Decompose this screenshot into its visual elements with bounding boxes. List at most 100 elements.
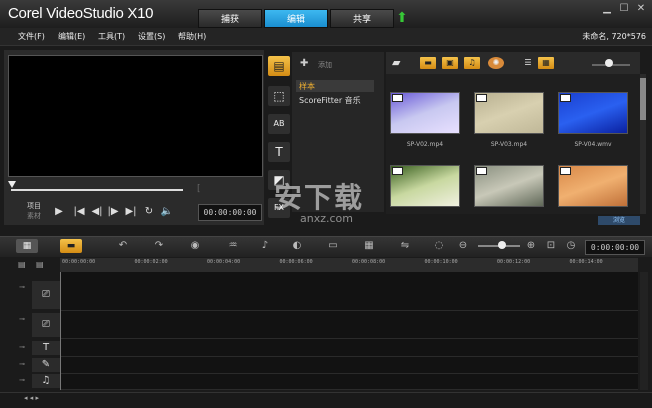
play-icon[interactable]: ▶ [52, 205, 66, 219]
add-icon[interactable]: ✚ [300, 58, 308, 69]
ruler-tick-label: 00:00:06:00 [279, 259, 313, 265]
menu-tools[interactable]: 工具(T) [98, 31, 125, 42]
end-icon[interactable]: ▶| [124, 205, 138, 219]
track-divider [60, 338, 638, 339]
media-scrollbar-thumb[interactable] [640, 78, 646, 120]
voice-track-header[interactable]: ✎ [32, 358, 60, 372]
zoom-out-icon[interactable]: ⊖ [454, 239, 472, 253]
scrubber-bar[interactable] [11, 189, 183, 191]
list-view-icon[interactable]: ☰ [520, 57, 536, 69]
sound-mixer-icon[interactable]: ♒ [224, 239, 242, 253]
maximize-icon[interactable]: ☐ [617, 3, 631, 15]
scroll-left-icon[interactable]: ◂ ◂ ▸ [24, 394, 39, 402]
track-manager-icon[interactable]: ▤ [18, 260, 30, 270]
track-lock-icon[interactable]: ⊸ [14, 283, 30, 291]
redo-icon[interactable]: ↷ [150, 239, 168, 253]
ruler-tick-label: 00:00:12:00 [497, 259, 531, 265]
clock-icon: ◷ [566, 240, 576, 251]
ruler-tick-label: 00:00:02:00 [134, 259, 168, 265]
previous-frame-icon[interactable]: ◀| [90, 205, 104, 219]
mode-project[interactable]: 项目 [27, 201, 41, 211]
tab-share[interactable]: 共享 [330, 9, 394, 28]
minimize-icon[interactable]: ▁ [600, 3, 614, 15]
home-icon[interactable]: |◀ [72, 205, 86, 219]
video-badge-icon [392, 167, 403, 175]
folder-icon[interactable]: ▰ [392, 56, 400, 69]
chapter-cue-icon[interactable]: ▤ [36, 260, 48, 270]
ruler-tick-label: 00:00:04:00 [207, 259, 241, 265]
close-icon[interactable]: ✕ [634, 3, 648, 15]
instant-project-icon[interactable]: ⬚ [268, 86, 290, 106]
motion-tracking-icon[interactable]: ◐ [288, 239, 306, 253]
menu-edit[interactable]: 编辑(E) [58, 31, 85, 42]
next-frame-icon[interactable]: |▶ [106, 205, 120, 219]
project-info: 未命名, 720*576 [582, 32, 646, 41]
time-remapping-icon[interactable]: ⇋ [396, 239, 414, 253]
multi-camera-icon[interactable]: ▦ [360, 239, 378, 253]
upload-arrow-icon[interactable]: ⬆ [392, 11, 412, 27]
loop-icon[interactable]: ◌ [430, 239, 448, 253]
thumbnail-view-icon[interactable]: ▦ [538, 57, 554, 69]
storyboard-view-icon[interactable]: ▦ [16, 239, 38, 253]
menu-file[interactable]: 文件(F) [18, 31, 45, 42]
add-folder-label[interactable]: 添加 [318, 60, 332, 70]
library-item-scorefitter[interactable]: ScoreFitter 音乐 [296, 94, 374, 106]
menu-help[interactable]: 帮助(H) [178, 31, 206, 42]
watermark-url: anxz.com [300, 212, 353, 225]
volume-icon[interactable]: 🔈 [160, 205, 174, 219]
media-library-icon[interactable]: ▤ [268, 56, 290, 76]
record-capture-icon[interactable]: ◉ [186, 239, 204, 253]
video-track-header[interactable]: ⎚ [32, 281, 60, 309]
video-filter-icon[interactable]: ▬ [420, 57, 436, 69]
settings-icon[interactable]: ✺ [488, 57, 504, 69]
timeline-scrollbar[interactable] [640, 272, 648, 390]
track-lock-icon[interactable]: ⊸ [14, 343, 30, 351]
timeline-zoom-knob[interactable] [498, 241, 506, 249]
overlay-track-header[interactable]: ⎚ [32, 313, 60, 337]
ruler-tick-label: 00:00:08:00 [352, 259, 386, 265]
subtitle-editor-icon[interactable]: ▭ [324, 239, 342, 253]
repeat-icon[interactable]: ↻ [142, 205, 156, 219]
undo-icon[interactable]: ↶ [114, 239, 132, 253]
track-divider [60, 310, 638, 311]
thumbnail-zoom-knob[interactable] [605, 59, 613, 67]
player-timecode[interactable]: 00:00:00:00 [198, 204, 262, 221]
video-badge-icon [476, 167, 487, 175]
menu-settings[interactable]: 设置(S) [138, 31, 165, 42]
ruler-tick-label: 00:00:14:00 [569, 259, 603, 265]
zoom-in-icon[interactable]: ⊕ [522, 239, 540, 253]
transition-icon[interactable]: AB [268, 114, 290, 134]
scrubber-handle[interactable] [8, 181, 16, 188]
timeline-view-icon[interactable]: ▬ [60, 239, 82, 253]
title-track-header[interactable]: T [32, 341, 60, 355]
media-filename: SP-V04.wmv [574, 141, 612, 148]
track-lock-icon[interactable]: ⊸ [14, 360, 30, 368]
music-track-header[interactable]: ♫ [32, 374, 60, 388]
preview-window [8, 55, 263, 177]
photo-filter-icon[interactable]: ▣ [442, 57, 458, 69]
media-filename: SP-V03.mp4 [490, 141, 528, 148]
tab-capture[interactable]: 捕获 [198, 9, 262, 28]
media-filename: SP-V02.mp4 [406, 141, 444, 148]
fit-project-icon[interactable]: ⊡ [542, 239, 560, 253]
ruler-tick-label: 00:00:10:00 [424, 259, 458, 265]
title-icon[interactable]: T [268, 142, 290, 162]
video-badge-icon [392, 94, 403, 102]
mode-clip[interactable]: 素材 [27, 211, 41, 221]
track-divider [60, 356, 638, 357]
bottom-bar [0, 392, 652, 408]
track-lock-icon[interactable]: ⊸ [14, 315, 30, 323]
audio-filter-icon[interactable]: ♫ [464, 57, 480, 69]
mark-in-bracket[interactable]: [ [197, 184, 201, 194]
auto-music-icon[interactable]: ♪ [256, 239, 274, 253]
track-divider [60, 373, 638, 374]
track-divider [60, 389, 638, 390]
video-badge-icon [560, 167, 571, 175]
browse-button[interactable]: 浏览 [598, 216, 640, 225]
playhead[interactable] [60, 272, 61, 390]
timeline-timecode[interactable]: 0:00:00:00 [585, 240, 645, 255]
library-item-samples[interactable]: 样本 [296, 80, 374, 92]
tab-edit[interactable]: 编辑 [264, 9, 328, 28]
app-title: Corel VideoStudio X10 [8, 5, 154, 22]
track-lock-icon[interactable]: ⊸ [14, 376, 30, 384]
